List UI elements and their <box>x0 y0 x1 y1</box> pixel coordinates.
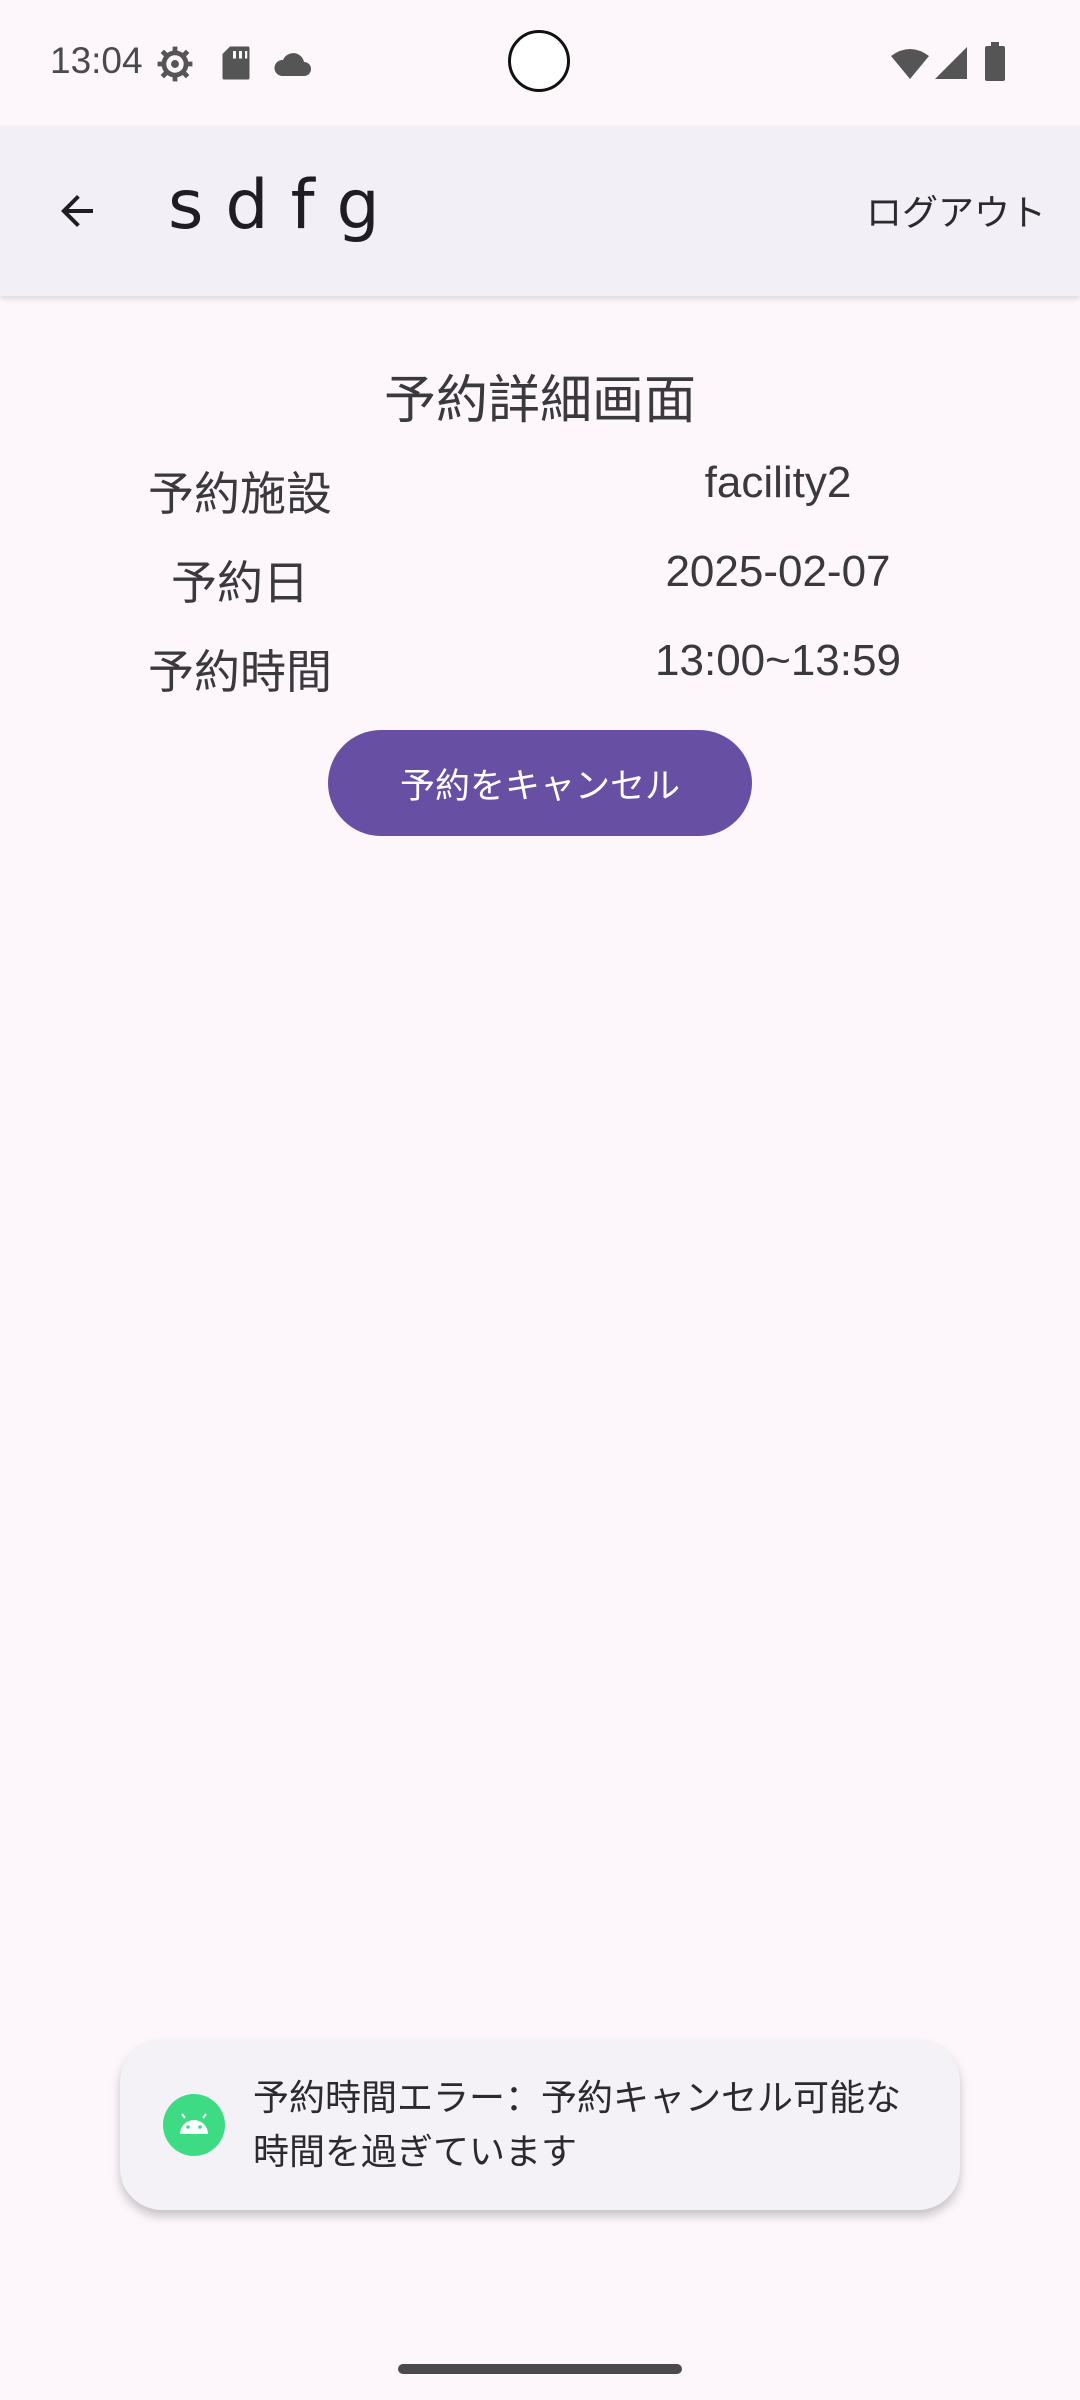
toast: 予約時間エラー：予約キャンセル可能な時間を過ぎています <box>120 2040 960 2210</box>
settings-icon <box>156 45 194 87</box>
sd-card-icon <box>221 45 251 85</box>
home-indicator[interactable] <box>398 2364 682 2374</box>
wifi-icon <box>890 48 930 84</box>
page-title: 予約詳細画面 <box>383 371 696 431</box>
signal-icon <box>934 46 968 84</box>
cloud-icon <box>272 52 312 82</box>
detail-value: 13:00~13:59 <box>655 636 901 685</box>
detail-row-date: 予約日 2025-02-07 <box>0 547 1080 617</box>
detail-row-facility: 予約施設 facility2 <box>0 458 1080 528</box>
camera-cutout <box>508 30 570 92</box>
toast-message: 予約時間エラー：予約キャンセル可能な時間を過ぎています <box>253 2078 902 2173</box>
detail-label: 予約施設 <box>148 467 332 521</box>
detail-value: facility2 <box>704 458 852 507</box>
detail-label: 予約日 <box>171 556 309 610</box>
back-button[interactable] <box>40 174 114 248</box>
detail-value: 2025-02-07 <box>665 547 891 596</box>
status-bar: 13:04 <box>0 0 1080 126</box>
battery-icon <box>984 42 1006 86</box>
arrow-back-icon <box>61 195 93 227</box>
status-time: 13:04 <box>50 40 143 81</box>
android-icon <box>163 2094 225 2156</box>
app-title: sdfg <box>168 166 402 245</box>
cancel-reservation-button[interactable]: 予約をキャンセル <box>328 730 752 836</box>
detail-row-time: 予約時間 13:00~13:59 <box>0 636 1080 706</box>
app-bar: sdfg ログアウト <box>0 126 1080 296</box>
detail-label: 予約時間 <box>148 645 332 699</box>
logout-button[interactable]: ログアウト <box>866 184 1046 236</box>
